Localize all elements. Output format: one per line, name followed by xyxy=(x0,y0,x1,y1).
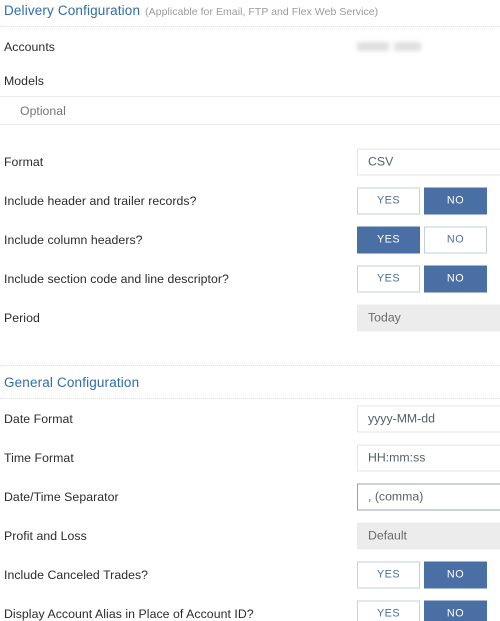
label-include-section-code: Include section code and line descriptor… xyxy=(4,271,229,286)
row-models: Models xyxy=(0,66,500,96)
date-format-input[interactable]: yyyy-MM-dd xyxy=(357,405,500,432)
row-format: Format CSV xyxy=(0,142,500,181)
label-accounts: Accounts xyxy=(4,39,55,54)
delivery-configuration-page: Delivery Configuration (Applicable for Em… xyxy=(0,0,500,621)
period-input: Today xyxy=(357,304,500,331)
row-display-account-alias: Display Account Alias in Place of Accoun… xyxy=(0,594,500,621)
display-account-alias-yes-button[interactable]: YES xyxy=(357,600,420,621)
datetime-separator-input[interactable]: , (comma) xyxy=(357,483,500,510)
row-datetime-separator: Date/Time Separator , (comma) xyxy=(0,477,500,516)
label-include-column-headers: Include column headers? xyxy=(4,232,143,247)
general-configuration-header: General Configuration xyxy=(0,366,500,398)
include-header-trailer-yes-button[interactable]: YES xyxy=(357,187,420,214)
row-include-section-code: Include section code and line descriptor… xyxy=(0,259,500,298)
time-format-input[interactable]: HH:mm:ss xyxy=(357,444,500,471)
label-include-header-trailer: Include header and trailer records? xyxy=(4,193,197,208)
models-input[interactable] xyxy=(0,96,500,125)
label-datetime-separator: Date/Time Separator xyxy=(4,489,119,504)
delivery-configuration-header: Delivery Configuration (Applicable for Em… xyxy=(0,0,500,26)
time-format-field-wrap: HH:mm:ss xyxy=(357,444,500,471)
label-period: Period xyxy=(4,310,40,325)
format-input[interactable]: CSV xyxy=(357,148,500,175)
toggle-include-canceled-trades: YES NO xyxy=(357,561,487,588)
include-section-code-no-button[interactable]: NO xyxy=(424,265,487,292)
include-column-headers-no-button[interactable]: NO xyxy=(424,226,487,253)
period-field-wrap: Today xyxy=(357,304,500,331)
row-include-header-trailer: Include header and trailer records? YES … xyxy=(0,181,500,220)
label-display-account-alias: Display Account Alias in Place of Accoun… xyxy=(4,606,254,621)
toggle-include-column-headers: YES NO xyxy=(357,226,487,253)
row-include-column-headers: Include column headers? YES NO xyxy=(0,220,500,259)
section-title-delivery: Delivery Configuration xyxy=(4,3,141,18)
include-canceled-trades-no-button[interactable]: NO xyxy=(424,561,487,588)
include-header-trailer-no-button[interactable]: NO xyxy=(424,187,487,214)
toggle-include-section-code: YES NO xyxy=(357,265,487,292)
accounts-value[interactable] xyxy=(357,38,421,56)
label-format: Format xyxy=(4,154,44,169)
include-section-code-yes-button[interactable]: YES xyxy=(357,265,420,292)
include-column-headers-yes-button[interactable]: YES xyxy=(357,226,420,253)
date-format-field-wrap: yyyy-MM-dd xyxy=(357,405,500,432)
label-models: Models xyxy=(4,74,44,88)
profit-and-loss-input: Default xyxy=(357,522,500,549)
label-profit-and-loss: Profit and Loss xyxy=(4,528,87,543)
datetime-separator-field-wrap: , (comma) xyxy=(357,483,500,510)
row-accounts: Accounts xyxy=(0,27,500,66)
include-canceled-trades-yes-button[interactable]: YES xyxy=(357,561,420,588)
toggle-include-header-trailer: YES NO xyxy=(357,187,487,214)
row-include-canceled-trades: Include Canceled Trades? YES NO xyxy=(0,555,500,594)
label-date-format: Date Format xyxy=(4,411,73,426)
section-title-general: General Configuration xyxy=(4,375,140,390)
display-account-alias-no-button[interactable]: NO xyxy=(424,600,487,621)
toggle-display-account-alias: YES NO xyxy=(357,600,487,621)
label-time-format: Time Format xyxy=(4,450,74,465)
label-include-canceled-trades: Include Canceled Trades? xyxy=(4,567,149,582)
row-profit-and-loss: Profit and Loss Default xyxy=(0,516,500,555)
row-period: Period Today xyxy=(0,298,500,337)
row-time-format: Time Format HH:mm:ss xyxy=(0,438,500,477)
format-field-wrap: CSV xyxy=(357,148,500,175)
row-date-format: Date Format yyyy-MM-dd xyxy=(0,399,500,438)
redacted-account-value xyxy=(357,41,421,51)
section-note-delivery: (Applicable for Email, FTP and Flex Web … xyxy=(145,6,379,18)
profit-and-loss-field-wrap: Default xyxy=(357,522,500,549)
